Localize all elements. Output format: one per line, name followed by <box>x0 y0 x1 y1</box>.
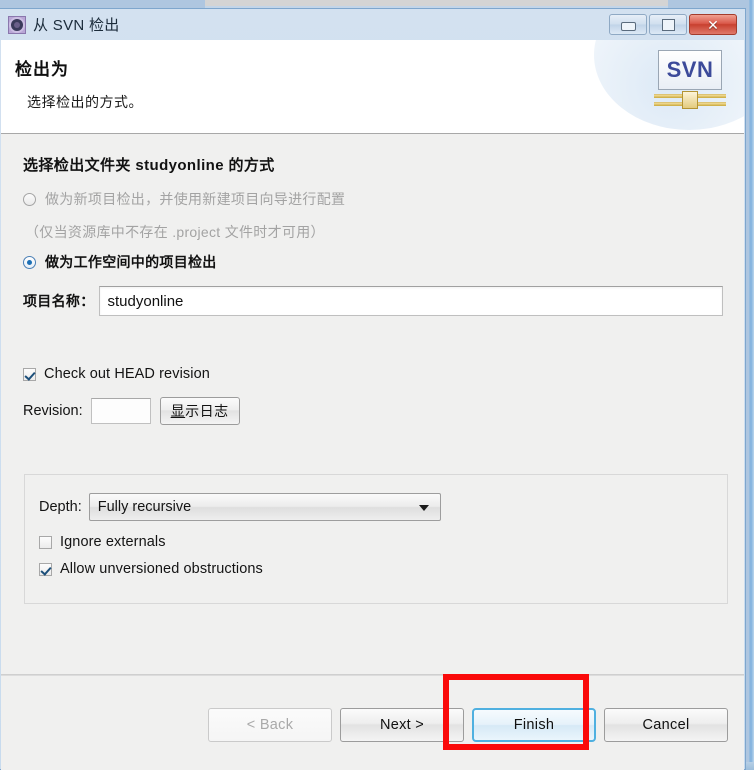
show-log-mnemonic: 显 <box>170 403 186 419</box>
next-button[interactable]: Next > <box>340 708 464 742</box>
back-button[interactable]: < Back <box>208 708 332 742</box>
footer-separator <box>1 675 744 676</box>
revision-input[interactable] <box>90 398 151 424</box>
svn-checkout-dialog: 从 SVN 检出 ✕ 检出为 选择检出的方式。 SVN 选择检出文件夹 stud… <box>0 8 746 770</box>
radio-workspace-project-indicator[interactable] <box>23 255 36 269</box>
dialog-body: 选择检出文件夹 studyonline 的方式 做为新项目检出，并使用新建项目向… <box>1 134 744 674</box>
svn-logo-text: SVN <box>666 57 714 82</box>
finish-button[interactable]: Finish <box>472 708 596 742</box>
svn-gear-icon <box>8 15 26 34</box>
window-title: 从 SVN 检出 <box>33 17 120 34</box>
checkbox-allow-unversioned[interactable]: Allow unversioned obstructions <box>39 561 263 577</box>
close-button[interactable]: ✕ <box>689 14 737 35</box>
minimize-icon <box>620 22 636 31</box>
page-title: 检出为 <box>15 60 69 79</box>
title-bar: 从 SVN 检出 ✕ <box>0 9 745 40</box>
depth-select-value: Fully recursive <box>97 499 192 515</box>
checkbox-head-revision[interactable]: Check out HEAD revision <box>23 366 210 382</box>
page-subtitle: 选择检出的方式。 <box>27 94 143 110</box>
dialog-footer: < Back Next > Finish Cancel <box>1 674 744 770</box>
window-frame-right <box>749 0 754 770</box>
radio-new-project-note: （仅当资源库中不存在 .project 文件时才可用） <box>25 224 325 240</box>
checkbox-allow-unversioned-label: Allow unversioned obstructions <box>60 561 263 577</box>
project-name-row: 项目名称： studyonline <box>23 286 723 316</box>
section-title: 选择检出文件夹 studyonline 的方式 <box>23 157 275 174</box>
radio-workspace-project-label: 做为工作空间中的项目检出 <box>45 254 217 270</box>
chevron-down-icon <box>418 505 429 511</box>
checkbox-allow-unversioned-box[interactable] <box>39 562 52 576</box>
show-log-button[interactable]: 显示日志 <box>159 397 240 425</box>
checkbox-head-revision-box[interactable] <box>23 367 36 381</box>
checkbox-ignore-externals-label: Ignore externals <box>60 534 166 550</box>
depth-select[interactable]: Fully recursive <box>88 493 441 521</box>
close-icon: ✕ <box>707 16 719 33</box>
radio-new-project-indicator[interactable] <box>23 192 36 206</box>
show-log-button-rest: 示日志 <box>185 403 229 419</box>
depth-label: Depth: <box>39 499 82 515</box>
depth-group-box: Depth: Fully recursive Ignore externals … <box>24 474 728 604</box>
project-name-label: 项目名称： <box>23 293 95 309</box>
svn-logo-icon: SVN <box>654 50 726 112</box>
cancel-button[interactable]: Cancel <box>604 708 728 742</box>
maximize-icon <box>661 18 675 31</box>
radio-new-project-label: 做为新项目检出，并使用新建项目向导进行配置 <box>45 191 346 207</box>
wizard-header: 检出为 选择检出的方式。 SVN <box>1 40 744 134</box>
checkbox-ignore-externals[interactable]: Ignore externals <box>39 534 166 550</box>
minimize-button[interactable] <box>609 14 647 35</box>
window-controls: ✕ <box>609 14 737 35</box>
maximize-button[interactable] <box>649 14 687 35</box>
project-name-input[interactable]: studyonline <box>98 286 723 316</box>
screenshot-root: 从 SVN 检出 ✕ 检出为 选择检出的方式。 SVN 选择检出文件夹 stud… <box>0 0 754 770</box>
revision-label: Revision: <box>23 403 83 419</box>
checkbox-ignore-externals-box[interactable] <box>39 535 52 549</box>
checkbox-head-revision-label: Check out HEAD revision <box>44 366 210 382</box>
radio-new-project[interactable]: 做为新项目检出，并使用新建项目向导进行配置 <box>23 189 345 209</box>
revision-row: Revision: 显示日志 <box>23 397 240 425</box>
radio-workspace-project[interactable]: 做为工作空间中的项目检出 <box>23 252 217 272</box>
depth-row: Depth: Fully recursive <box>39 493 441 521</box>
wizard-button-row: < Back Next > Finish Cancel <box>1 708 744 742</box>
